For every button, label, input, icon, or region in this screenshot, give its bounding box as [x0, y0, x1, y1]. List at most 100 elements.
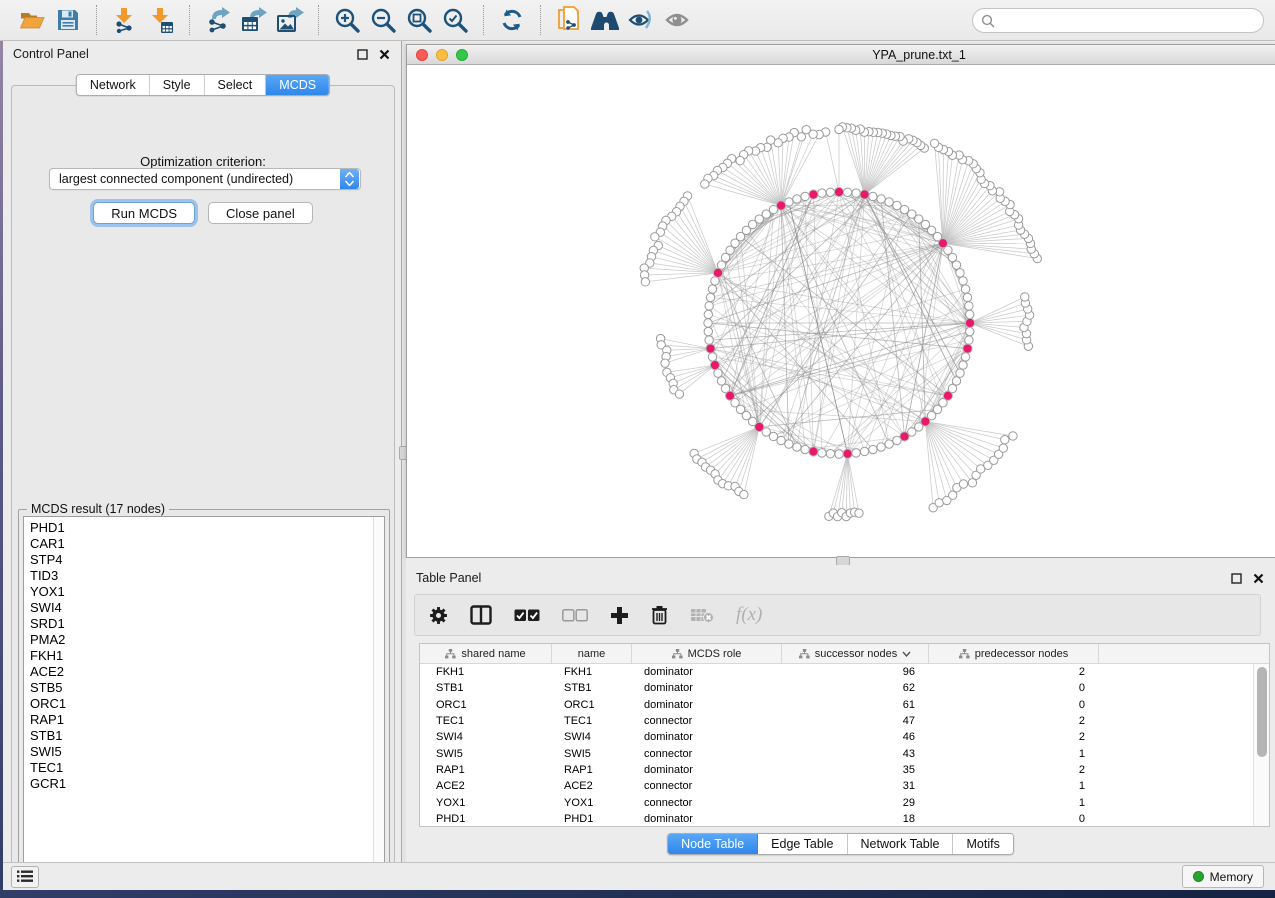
table-cell[interactable]: 31 [782, 780, 929, 792]
table-cell[interactable]: ORC1 [552, 699, 632, 711]
table-cell[interactable]: YOX1 [420, 797, 552, 809]
graph-node[interactable] [704, 319, 712, 327]
table-cell[interactable]: TEC1 [420, 715, 552, 727]
graph-node[interactable] [793, 195, 801, 203]
table-cell[interactable]: PHD1 [420, 813, 552, 825]
graph-node[interactable] [900, 205, 908, 213]
graph-hub-node[interactable] [809, 447, 818, 456]
zoom-fit-button[interactable] [401, 3, 437, 37]
table-cell[interactable]: connector [632, 748, 782, 760]
mcds-result-item[interactable]: SRD1 [30, 616, 373, 632]
table-cell[interactable]: SWI5 [552, 748, 632, 760]
graph-hub-node[interactable] [943, 391, 952, 400]
table-cell[interactable]: connector [632, 780, 782, 792]
graph-node[interactable] [965, 302, 973, 310]
network-search-box[interactable] [972, 8, 1264, 33]
minimize-window-button[interactable] [436, 49, 448, 61]
mcds-result-item[interactable]: CAR1 [30, 536, 373, 552]
close-panel-button[interactable] [378, 48, 391, 61]
mcds-result-item[interactable]: RAP1 [30, 712, 373, 728]
table-cell[interactable]: 43 [782, 748, 929, 760]
create-column-button[interactable] [610, 600, 629, 630]
show-hidden-button[interactable] [659, 3, 695, 37]
graph-hub-node[interactable] [938, 239, 947, 248]
table-row[interactable]: ORC1ORC1dominator610 [420, 697, 1253, 713]
graph-node[interactable] [961, 285, 969, 293]
graph-node[interactable] [893, 201, 901, 209]
graph-hub-node[interactable] [755, 422, 764, 431]
graph-satellite-node[interactable] [1001, 436, 1009, 444]
search-network-button[interactable] [587, 3, 623, 37]
tab-mcds[interactable]: MCDS [266, 75, 329, 95]
table-cell[interactable]: connector [632, 797, 782, 809]
graph-node[interactable] [966, 327, 974, 335]
table-cell[interactable]: 62 [782, 682, 929, 694]
graph-node[interactable] [869, 445, 877, 453]
graph-node[interactable] [885, 198, 893, 206]
graph-hub-node[interactable] [725, 391, 734, 400]
table-cell[interactable]: FKH1 [552, 666, 632, 678]
table-cell[interactable]: FKH1 [420, 666, 552, 678]
mcds-result-item[interactable]: FKH1 [30, 648, 373, 664]
graph-node[interactable] [959, 361, 967, 369]
network-window-titlebar[interactable]: YPA_prune.txt_1 [407, 45, 1275, 65]
table-cell[interactable]: 2 [929, 731, 1099, 743]
graph-node[interactable] [877, 443, 885, 451]
graph-node[interactable] [860, 447, 868, 455]
graph-node[interactable] [793, 443, 801, 451]
table-scrollbar-thumb[interactable] [1257, 667, 1267, 757]
table-row[interactable]: SWI5SWI5connector431 [420, 745, 1253, 761]
graph-node[interactable] [961, 353, 969, 361]
zoom-in-button[interactable] [329, 3, 365, 37]
run-mcds-button[interactable]: Run MCDS [93, 202, 195, 224]
graph-hub-node[interactable] [706, 344, 715, 353]
graph-satellite-node[interactable] [999, 444, 1007, 452]
close-panel-button-mcds[interactable]: Close panel [208, 202, 313, 224]
zoom-out-button[interactable] [365, 3, 401, 37]
table-cell[interactable]: 0 [929, 682, 1099, 694]
mcds-result-item[interactable]: PHD1 [30, 520, 373, 536]
table-cell[interactable]: dominator [632, 731, 782, 743]
graph-satellite-node[interactable] [740, 490, 748, 498]
zoom-selected-button[interactable] [437, 3, 473, 37]
graph-satellite-node[interactable] [701, 180, 709, 188]
table-cell[interactable]: STB1 [552, 682, 632, 694]
graph-satellite-node[interactable] [1009, 432, 1017, 440]
mcds-result-item[interactable]: TEC1 [30, 760, 373, 776]
mcds-result-item[interactable]: ORC1 [30, 696, 373, 712]
graph-satellite-node[interactable] [651, 233, 659, 241]
table-cell[interactable]: 96 [782, 666, 929, 678]
close-table-panel-button[interactable] [1252, 572, 1265, 585]
horizontal-splitter[interactable] [406, 558, 1275, 565]
table-cell[interactable]: ACE2 [552, 780, 632, 792]
refresh-button[interactable] [494, 3, 530, 37]
graph-hub-node[interactable] [776, 201, 785, 210]
select-all-columns-button[interactable] [514, 600, 540, 630]
column-header-name[interactable]: name [552, 644, 632, 663]
graph-hub-node[interactable] [860, 190, 869, 199]
table-cell[interactable]: 29 [782, 797, 929, 809]
table-cell[interactable]: RAP1 [552, 764, 632, 776]
result-list-scrollbar[interactable] [373, 517, 384, 875]
table-cell[interactable]: 1 [929, 780, 1099, 792]
graph-node[interactable] [708, 353, 716, 361]
task-history-button[interactable] [11, 866, 39, 888]
graph-hub-node[interactable] [900, 432, 909, 441]
table-cell[interactable]: YOX1 [552, 797, 632, 809]
graph-node[interactable] [721, 253, 729, 261]
mcds-result-item[interactable]: PMA2 [30, 632, 373, 648]
graph-satellite-node[interactable] [1021, 293, 1029, 301]
graph-satellite-node[interactable] [959, 480, 967, 488]
graph-node[interactable] [885, 440, 893, 448]
table-scrollbar[interactable] [1253, 664, 1269, 826]
mcds-result-item[interactable]: GCR1 [30, 776, 373, 792]
mcds-result-item[interactable]: ACE2 [30, 664, 373, 680]
table-cell[interactable]: STB1 [420, 682, 552, 694]
table-cell[interactable]: 1 [929, 797, 1099, 809]
table-row[interactable]: FKH1FKH1dominator962 [420, 664, 1253, 680]
table-cell[interactable]: ACE2 [420, 780, 552, 792]
tab-select[interactable]: Select [205, 75, 267, 95]
import-network-button[interactable] [107, 3, 143, 37]
graph-node[interactable] [769, 432, 777, 440]
graph-satellite-node[interactable] [675, 390, 683, 398]
